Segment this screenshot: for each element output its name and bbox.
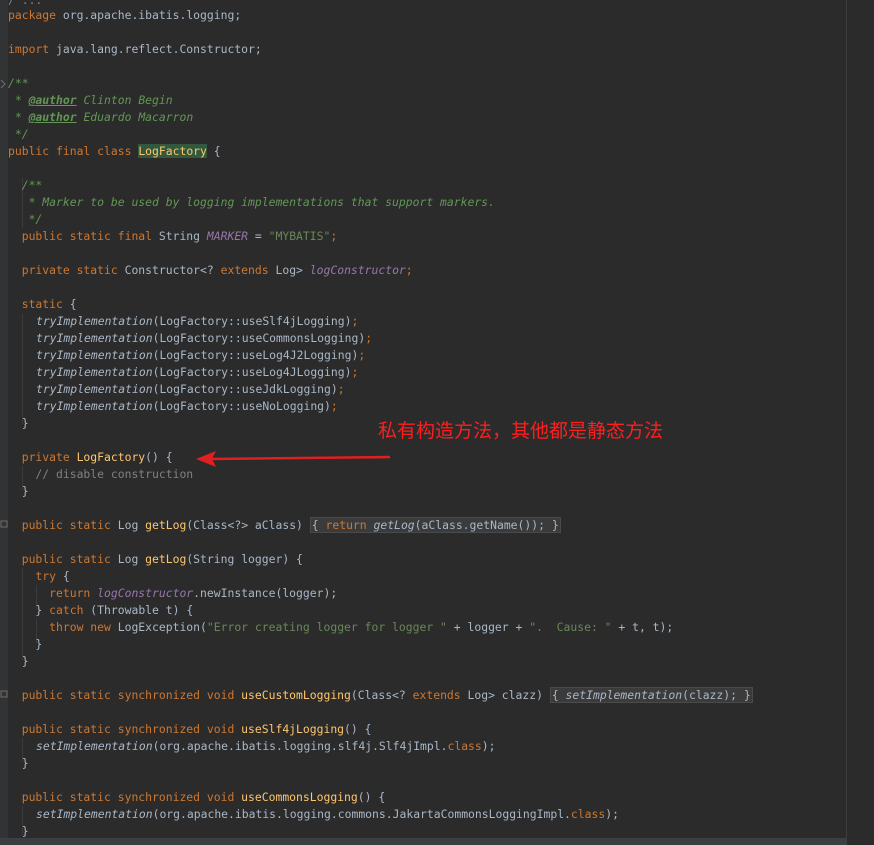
- code-line-marker-doc-text: * Marker to be used by logging implement…: [8, 195, 495, 209]
- fold-marker-icon: [0, 79, 6, 89]
- code-line-private-ctor: private LogFactory() {: [8, 450, 173, 464]
- code-line-try-impl-3: tryImplementation(LogFactory::useLog4J2L…: [36, 348, 366, 362]
- indent-guide: [22, 314, 23, 424]
- code-line-import: import java.lang.reflect.Constructor;: [8, 42, 262, 56]
- folded-region[interactable]: { setImplementation(clazz); }: [549, 687, 753, 703]
- code-line-try-impl-4: tryImplementation(LogFactory::useLog4JLo…: [36, 365, 359, 379]
- fold-markers: [0, 79, 8, 698]
- code-line-return-newinstance: return logConstructor.newInstance(logger…: [8, 586, 338, 600]
- annotation-arrow-icon: [196, 451, 391, 467]
- code-line-use-slf4j: public static synchronized void useSlf4j…: [8, 722, 372, 736]
- code-line-try-impl-5: tryImplementation(LogFactory::useJdkLogg…: [36, 382, 345, 396]
- code-line-throw: throw new LogException("Error creating l…: [8, 620, 674, 634]
- code-line-getlog-string: public static Log getLog(String logger) …: [8, 552, 303, 566]
- code-line-getlog-class: public static Log getLog(Class<?> aClass…: [8, 517, 561, 533]
- code-line-package: package org.apache.ibatis.logging;: [8, 8, 242, 22]
- code-line-author1: * @author Clinton Begin: [8, 93, 173, 107]
- class-name-highlight: LogFactory: [138, 144, 207, 158]
- code-line-catch: } catch (Throwable t) {: [8, 603, 194, 617]
- code-line-class-decl: public final class LogFactory {: [8, 144, 221, 158]
- code-line-set-impl-commons: setImplementation(org.apache.ibatis.logg…: [36, 807, 619, 821]
- code-line-ctor-field: private static Constructor<? extends Log…: [8, 263, 413, 277]
- horizontal-scrollbar[interactable]: [0, 838, 846, 845]
- code-line-try-impl-6: tryImplementation(LogFactory::useNoLoggi…: [36, 399, 338, 413]
- folded-region[interactable]: { return getLog(aClass.getName()); }: [309, 517, 561, 533]
- annotation-text: 私有构造方法，其他都是静态方法: [378, 420, 664, 442]
- code-line-try-impl-1: tryImplementation(LogFactory::useSlf4jLo…: [36, 314, 359, 328]
- code-line-set-impl-slf4j: setImplementation(org.apache.ibatis.logg…: [36, 739, 496, 753]
- code-line-use-custom: public static synchronized void useCusto…: [8, 687, 753, 703]
- fold-marker-icon: [0, 520, 8, 528]
- code-line-static-block: static {: [8, 297, 77, 311]
- code-line-disable-comment: // disable construction: [8, 467, 194, 481]
- code-line-try: try {: [8, 569, 70, 583]
- code-line-try-impl-2: tryImplementation(LogFactory::useCommons…: [36, 331, 373, 345]
- code-line-use-commons: public static synchronized void useCommo…: [8, 790, 386, 804]
- code-line-marker-field: public static final String MARKER = "MYB…: [8, 229, 338, 243]
- code-line-author2: * @author Eduardo Macarron: [8, 110, 194, 124]
- error-stripe[interactable]: [846, 0, 874, 845]
- fold-marker-icon: [0, 690, 8, 698]
